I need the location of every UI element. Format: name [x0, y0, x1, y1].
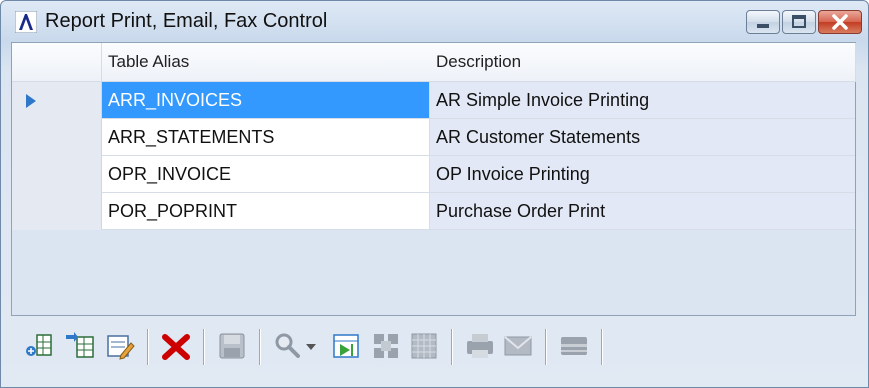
column-header-description[interactable]: Description: [430, 43, 856, 82]
toolbar-separator: [147, 329, 148, 365]
email-icon[interactable]: [501, 329, 535, 363]
save-icon[interactable]: [215, 329, 249, 363]
minimize-button[interactable]: [746, 10, 780, 34]
table-alias-grid[interactable]: Table Alias Description ARR_INVOICES AR …: [11, 42, 856, 316]
current-row-arrow-icon: [26, 94, 36, 108]
edit-record-icon[interactable]: [103, 329, 137, 363]
toolbar-separator: [451, 329, 452, 365]
title-bar[interactable]: Report Print, Email, Fax Control: [1, 1, 868, 41]
minimize-icon: [757, 24, 769, 28]
window-title: Report Print, Email, Fax Control: [45, 10, 328, 32]
grid-layout-icon[interactable]: [369, 329, 403, 363]
cell-alias-row-2[interactable]: OPR_INVOICE: [102, 156, 430, 193]
search-icon[interactable]: [271, 329, 305, 363]
toolbar-separator: [601, 329, 602, 365]
add-record-icon[interactable]: [21, 329, 55, 363]
cell-alias-row-0[interactable]: ARR_INVOICES: [102, 82, 430, 119]
print-icon[interactable]: [463, 329, 497, 363]
close-button[interactable]: [818, 10, 862, 34]
row-indicator[interactable]: [12, 156, 102, 193]
cell-alias-row-1[interactable]: ARR_STATEMENTS: [102, 119, 430, 156]
cell-description-row-2[interactable]: OP Invoice Printing: [430, 156, 855, 193]
maximize-button[interactable]: [782, 10, 816, 34]
fax-icon[interactable]: [557, 329, 591, 363]
cell-alias-row-3[interactable]: POR_POPRINT: [102, 193, 430, 230]
cell-description-row-1[interactable]: AR Customer Statements: [430, 119, 855, 156]
toolbar-separator: [259, 329, 260, 365]
insert-record-icon[interactable]: [63, 329, 97, 363]
row-indicator[interactable]: [12, 193, 102, 230]
record-toolbar: [11, 321, 854, 377]
delete-icon[interactable]: [159, 329, 193, 363]
cell-description-row-0[interactable]: AR Simple Invoice Printing: [430, 82, 855, 119]
toolbar-separator: [203, 329, 204, 365]
maximize-icon: [792, 15, 806, 28]
table-view-icon[interactable]: [407, 329, 441, 363]
close-icon: [832, 14, 848, 30]
row-indicator[interactable]: [12, 82, 102, 119]
cell-description-row-3[interactable]: Purchase Order Print: [430, 193, 855, 230]
report-print-window: Report Print, Email, Fax Control Table A…: [0, 0, 869, 388]
toolbar-separator: [545, 329, 546, 365]
row-indicator[interactable]: [12, 119, 102, 156]
go-to-icon[interactable]: [329, 329, 363, 363]
header-corner: [12, 43, 102, 82]
A-logo-icon: [15, 11, 37, 33]
dropdown-arrow-icon[interactable]: [303, 329, 319, 363]
column-header-table-alias[interactable]: Table Alias: [102, 43, 431, 82]
